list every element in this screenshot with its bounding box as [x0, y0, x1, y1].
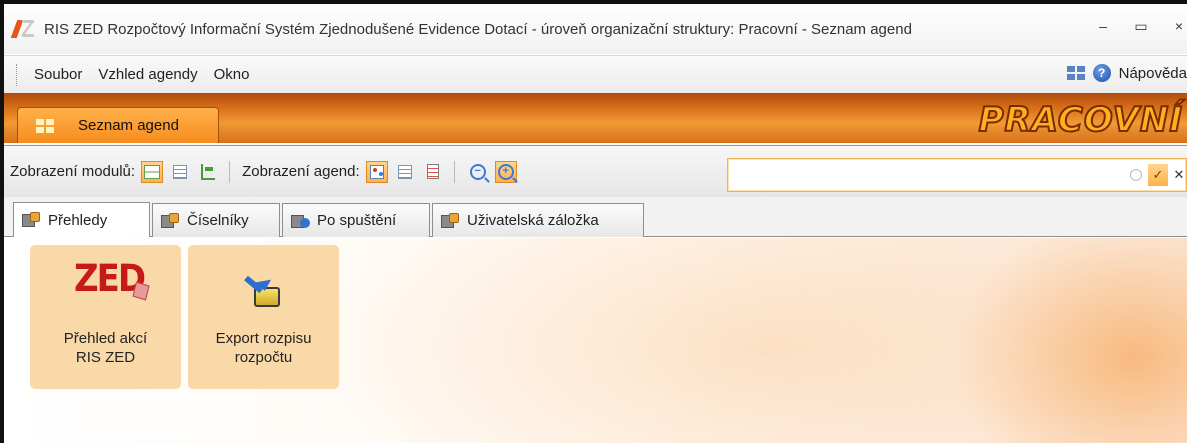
- tab-po-spusteni-label: Po spuštění: [317, 212, 397, 229]
- window-title: RIS ZED Rozpočtový Informační Systém Zje…: [44, 20, 912, 38]
- modules-view-list-button[interactable]: [169, 161, 191, 183]
- modules-view-tree-button[interactable]: [197, 161, 219, 183]
- agendas-view-details-button[interactable]: [422, 161, 444, 183]
- menu-okno[interactable]: Okno: [214, 66, 250, 83]
- search-icon: [1130, 169, 1142, 181]
- split-view-icon: [144, 164, 161, 179]
- tab-ciselniky[interactable]: Číselníky: [152, 203, 280, 237]
- search-box: ✓ ✕: [727, 158, 1187, 192]
- agendas-view-list-button[interactable]: [394, 161, 416, 183]
- app-logo-icon: [10, 18, 36, 40]
- toolbar-separator: [453, 160, 455, 183]
- tile-prehled-akci[interactable]: ZED Přehled akcí RIS ZED: [30, 245, 181, 389]
- tile-prehled-akci-label: Přehled akcí RIS ZED: [63, 330, 148, 366]
- help-menu[interactable]: Nápověda: [1119, 65, 1187, 82]
- modules-view-label: Zobrazení modulů:: [10, 163, 136, 180]
- tab-uzivatelska-zalozka[interactable]: Uživatelská záložka: [432, 203, 644, 237]
- brand-logo: PRACOVNÍ: [978, 99, 1183, 141]
- maximize-button[interactable]: ▭: [1133, 18, 1149, 35]
- search-clear-button[interactable]: ✕: [1172, 167, 1186, 183]
- menu-bar: Soubor Vzhled agendy Okno ? Nápověda: [4, 55, 1187, 93]
- tab-ciselniky-label: Číselníky: [187, 212, 249, 229]
- grid-icon: [36, 118, 54, 133]
- menu-vzhled-agendy[interactable]: Vzhled agendy: [98, 66, 197, 83]
- zed-logo-icon: ZED: [74, 257, 150, 301]
- tile-export-rozpisu-label: Export rozpisu rozpočtu: [215, 330, 312, 366]
- close-button[interactable]: ×: [1171, 18, 1187, 35]
- tab-seznam-agend-label: Seznam agend: [78, 117, 179, 134]
- codelist-icon: [161, 212, 181, 230]
- search-input[interactable]: [728, 159, 1130, 191]
- content-tabs: Přehledy Číselníky Po spuštění Uživatels…: [4, 197, 1187, 237]
- startup-icon: [291, 212, 311, 230]
- export-icon: [244, 273, 284, 313]
- agendas-view-label: Zobrazení agend:: [242, 163, 360, 180]
- tile-export-rozpisu[interactable]: Export rozpisu rozpočtu: [188, 245, 339, 389]
- agendas-view-icons-button[interactable]: [365, 160, 388, 183]
- tab-uzivatelska-zalozka-label: Uživatelská záložka: [467, 212, 599, 229]
- layout-grid-icon[interactable]: [1066, 66, 1085, 80]
- tab-prehledy[interactable]: Přehledy: [13, 202, 150, 237]
- details-view-icon: [426, 164, 439, 179]
- help-icon[interactable]: ?: [1092, 64, 1111, 82]
- title-bar: RIS ZED Rozpočtový Informační Systém Zje…: [4, 4, 1187, 54]
- tab-prehledy-label: Přehledy: [48, 211, 108, 229]
- overview-icon: [22, 211, 42, 229]
- menu-grip[interactable]: [16, 63, 18, 86]
- list-view-icon: [397, 164, 412, 179]
- zoom-out-icon: −: [469, 163, 486, 180]
- minimize-button[interactable]: –: [1095, 18, 1111, 35]
- modules-view-split-button[interactable]: [141, 160, 164, 183]
- zoom-in-icon: +: [497, 163, 514, 180]
- menu-soubor[interactable]: Soubor: [34, 66, 82, 83]
- user-tab-icon: [441, 212, 461, 230]
- zoom-out-button[interactable]: −: [467, 161, 489, 183]
- toolbar-separator: [229, 160, 231, 183]
- zoom-in-button[interactable]: +: [494, 160, 517, 183]
- icons-view-icon: [369, 164, 384, 179]
- tab-seznam-agend[interactable]: Seznam agend: [17, 107, 219, 143]
- tree-view-icon: [201, 163, 216, 180]
- search-confirm-button[interactable]: ✓: [1148, 164, 1168, 186]
- content-area: ZED Přehled akcí RIS ZED Export rozpisu …: [4, 238, 1187, 443]
- tab-po-spusteni[interactable]: Po spuštění: [282, 203, 430, 237]
- list-view-icon: [173, 164, 188, 179]
